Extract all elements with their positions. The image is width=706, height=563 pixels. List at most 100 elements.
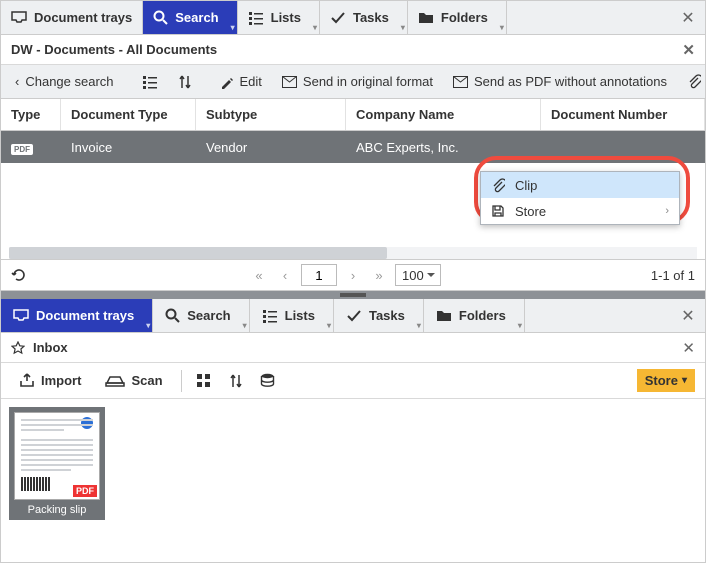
tab-label: Search bbox=[187, 308, 230, 323]
list-icon bbox=[248, 11, 264, 25]
star-icon[interactable] bbox=[11, 341, 25, 355]
horizontal-scrollbar[interactable] bbox=[9, 247, 697, 259]
last-page-button[interactable]: » bbox=[369, 265, 389, 285]
scrollbar-thumb[interactable] bbox=[9, 247, 387, 259]
save-icon bbox=[491, 204, 505, 218]
chevron-down-icon[interactable]: ▾ bbox=[500, 23, 504, 32]
chevron-down-icon[interactable]: ▾ bbox=[231, 23, 235, 32]
clip-button[interactable]: Clip bbox=[679, 70, 705, 93]
column-header-doctype[interactable]: Document Type bbox=[61, 99, 196, 130]
column-header-company[interactable]: Company Name bbox=[346, 99, 541, 130]
label: Store bbox=[515, 204, 655, 219]
tab-tasks[interactable]: Tasks ▾ bbox=[320, 1, 408, 34]
view-list-button[interactable] bbox=[134, 71, 166, 93]
page-size-select[interactable]: 100 bbox=[395, 264, 441, 286]
close-top-pane-button[interactable]: ✕ bbox=[671, 1, 705, 34]
tab-label: Lists bbox=[285, 308, 315, 323]
search-icon bbox=[165, 308, 180, 323]
tray-icon bbox=[13, 309, 29, 323]
folder-icon bbox=[418, 11, 434, 24]
inbox-label: Inbox bbox=[33, 340, 68, 355]
chevron-down-icon[interactable]: ▾ bbox=[327, 321, 331, 330]
close-view-button[interactable]: ✕ bbox=[682, 41, 695, 59]
tab2-document-trays[interactable]: Document trays ▾ bbox=[1, 299, 153, 332]
tab2-lists[interactable]: Lists ▾ bbox=[250, 299, 334, 332]
tab-label: Search bbox=[175, 10, 218, 25]
label: Document Type bbox=[71, 107, 168, 122]
database-button[interactable] bbox=[256, 369, 280, 393]
split-handle[interactable] bbox=[1, 291, 705, 299]
label: 100 bbox=[402, 268, 424, 283]
page-info: 1-1 of 1 bbox=[651, 268, 695, 283]
label: Send in original format bbox=[303, 74, 433, 89]
column-header-docnumber[interactable]: Document Number bbox=[541, 99, 705, 130]
sort-button[interactable] bbox=[224, 369, 248, 393]
tab2-folders[interactable]: Folders ▾ bbox=[424, 299, 525, 332]
chevron-down-icon[interactable]: ▾ bbox=[417, 321, 421, 330]
chevron-down-icon[interactable]: ▾ bbox=[401, 23, 405, 32]
list-icon bbox=[262, 309, 278, 323]
view-title-row: DW - Documents - All Documents ✕ bbox=[1, 35, 705, 65]
column-header-subtype[interactable]: Subtype bbox=[196, 99, 346, 130]
tab-label: Tasks bbox=[353, 10, 389, 25]
chevron-down-icon[interactable]: ▾ bbox=[313, 23, 317, 32]
bottom-tabbar: Document trays ▾ Search ▾ Lists ▾ Tasks … bbox=[1, 299, 705, 333]
tray-icon bbox=[11, 11, 27, 25]
paperclip-icon bbox=[491, 178, 505, 193]
page-input[interactable] bbox=[301, 264, 337, 286]
sort-icon bbox=[178, 74, 192, 90]
label: Clip bbox=[515, 178, 669, 193]
envelope-icon bbox=[282, 76, 297, 88]
chevron-down-icon[interactable]: ▾ bbox=[243, 321, 247, 330]
send-pdf-button[interactable]: Send as PDF without annotations bbox=[445, 70, 675, 93]
first-page-button[interactable]: « bbox=[249, 265, 269, 285]
tab2-search[interactable]: Search ▾ bbox=[153, 299, 249, 332]
pdf-badge: PDF bbox=[73, 485, 97, 497]
tab-label: Folders bbox=[459, 308, 506, 323]
check-icon bbox=[346, 309, 362, 323]
tab2-tasks[interactable]: Tasks ▾ bbox=[334, 299, 424, 332]
tab-search[interactable]: Search ▾ bbox=[143, 1, 237, 34]
context-menu-store[interactable]: Store › bbox=[481, 198, 679, 224]
import-icon bbox=[19, 373, 35, 388]
label: Store bbox=[645, 373, 678, 388]
pagination-bar: « ‹ › » 100 1-1 of 1 bbox=[1, 259, 705, 291]
list-icon bbox=[142, 75, 158, 89]
change-search-button[interactable]: ‹ Change search bbox=[7, 70, 122, 93]
prev-page-button[interactable]: ‹ bbox=[275, 265, 295, 285]
send-original-button[interactable]: Send in original format bbox=[274, 70, 441, 93]
tray-toolbar: Import Scan Store ▾ bbox=[1, 363, 705, 399]
document-thumbnail[interactable]: PDF Packing slip bbox=[9, 407, 105, 520]
pencil-icon bbox=[220, 75, 234, 89]
separator bbox=[181, 370, 182, 392]
context-menu-clip[interactable]: Clip bbox=[481, 172, 679, 198]
chevron-down-icon[interactable]: ▾ bbox=[146, 321, 150, 330]
thumbnail-image: PDF bbox=[14, 412, 100, 500]
column-header-type[interactable]: Type bbox=[1, 99, 61, 130]
sort-button[interactable] bbox=[170, 70, 200, 94]
inbox-title-row: Inbox ✕ bbox=[1, 333, 705, 363]
label: Send as PDF without annotations bbox=[474, 74, 667, 89]
tab-folders[interactable]: Folders ▾ bbox=[408, 1, 507, 34]
chevron-down-icon[interactable]: ▾ bbox=[518, 321, 522, 330]
paperclip-icon bbox=[687, 74, 701, 89]
top-tabbar: Document trays Search ▾ Lists ▾ Tasks ▾ … bbox=[1, 1, 705, 35]
table-row[interactable]: PDF Invoice Vendor ABC Experts, Inc. bbox=[1, 131, 705, 163]
edit-button[interactable]: Edit bbox=[212, 70, 270, 93]
scan-button[interactable]: Scan bbox=[97, 369, 170, 392]
tab-label: Document trays bbox=[36, 308, 134, 323]
chevron-right-icon: › bbox=[665, 205, 669, 217]
close-bottom-pane-button[interactable]: ✕ bbox=[671, 299, 705, 332]
view-title: DW - Documents - All Documents bbox=[11, 42, 217, 57]
refresh-button[interactable] bbox=[11, 267, 27, 283]
close-inbox-button[interactable]: ✕ bbox=[682, 339, 695, 357]
tab-label: Tasks bbox=[369, 308, 405, 323]
envelope-icon bbox=[453, 76, 468, 88]
import-button[interactable]: Import bbox=[11, 369, 89, 392]
tab-lists[interactable]: Lists ▾ bbox=[238, 1, 320, 34]
next-page-button[interactable]: › bbox=[343, 265, 363, 285]
tab-document-trays[interactable]: Document trays bbox=[1, 1, 143, 34]
label: Scan bbox=[131, 373, 162, 388]
store-button[interactable]: Store ▾ bbox=[637, 369, 695, 392]
grid-view-button[interactable] bbox=[192, 369, 216, 393]
